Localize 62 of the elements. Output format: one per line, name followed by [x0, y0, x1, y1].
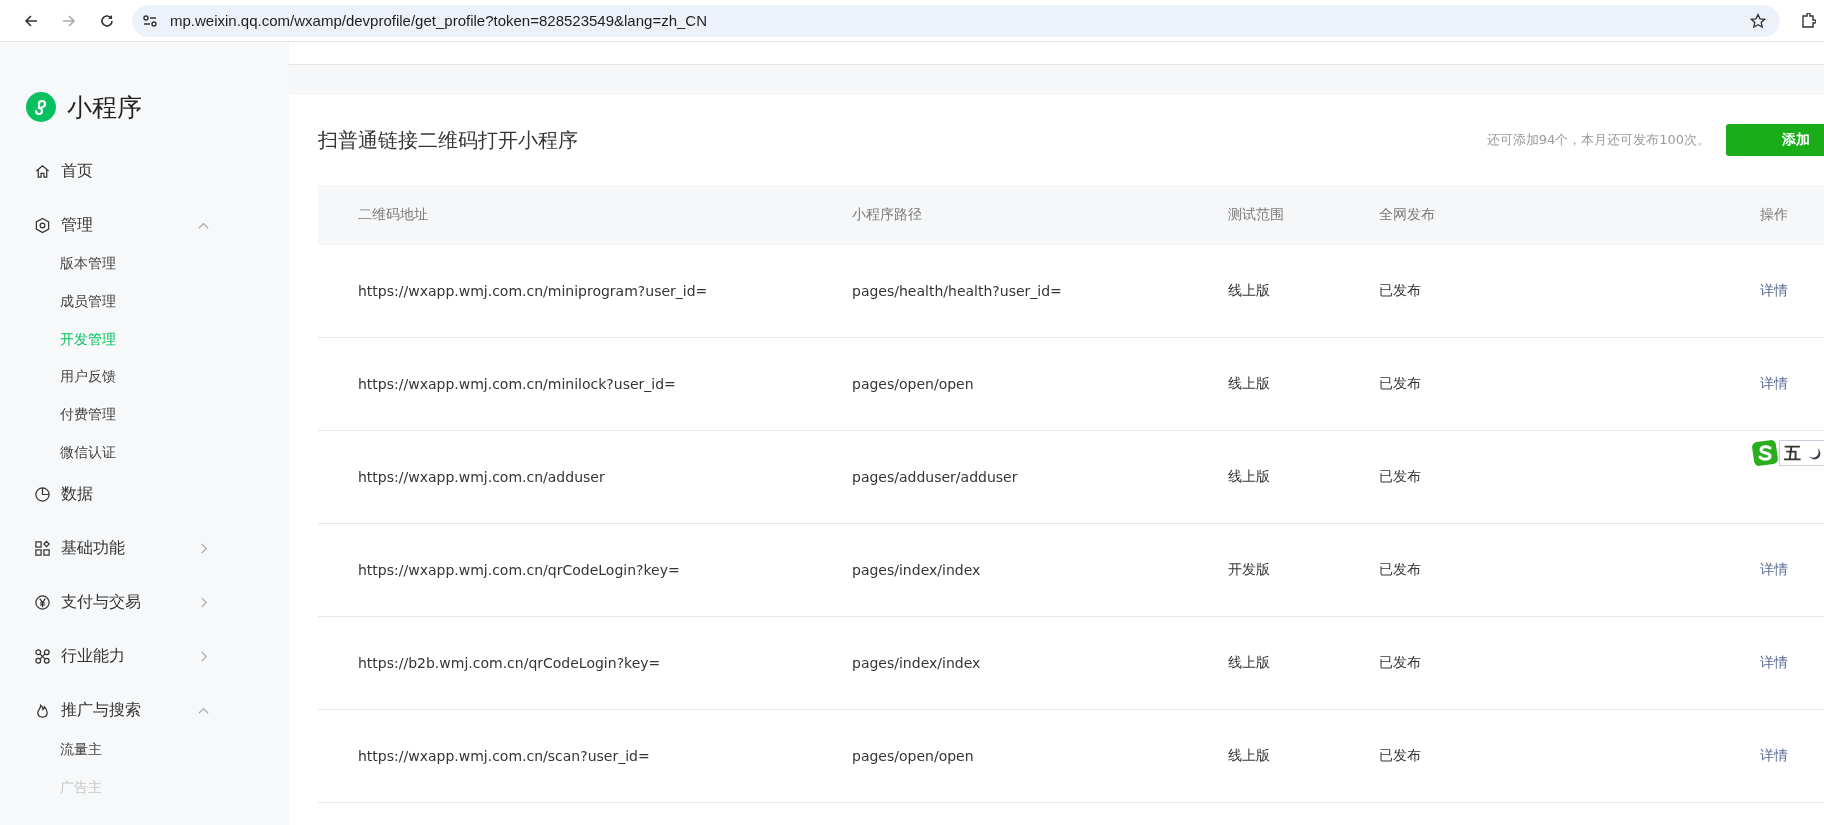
nav-item[interactable]: 支付与交易	[0, 575, 210, 630]
table-cell-text: 线上版	[1228, 747, 1271, 765]
grid-icon	[34, 540, 51, 558]
table-cell-text: 已发布	[1379, 654, 1422, 672]
column-header: 操作	[1760, 206, 1789, 224]
nodes-icon	[34, 648, 51, 666]
table-cell-text: 已发布	[1379, 375, 1422, 393]
site-settings-icon[interactable]	[142, 12, 158, 29]
table-cell-text: https://wxapp.wmj.com.cn/adduser	[358, 469, 606, 485]
url-text: mp.weixin.qq.com/wxamp/devprofile/get_profile?token=828523549&lang=zh_CN	[170, 12, 707, 29]
details-link[interactable]: 详情	[1760, 654, 1788, 670]
puzzle-icon[interactable]	[1800, 12, 1816, 29]
yen-icon	[34, 594, 51, 612]
submenu-item[interactable]: 成员管理	[0, 282, 287, 321]
address-bar[interactable]: mp.weixin.qq.com/wxamp/devprofile/get_profile?token=828523549&lang=zh_CN	[132, 4, 1780, 37]
table-cell-text: 已发布	[1379, 468, 1422, 486]
table-cell-text: pages/index/index	[852, 562, 982, 578]
home-icon	[34, 162, 51, 180]
table-cell-text: pages/index/index	[852, 655, 982, 671]
app-title: 小程序	[67, 91, 142, 124]
submenu-item[interactable]: 用户反馈	[0, 358, 287, 397]
quota-note: 还可添加94个，本月还可发布100次。	[1486, 131, 1710, 149]
table-cell-text: pages/health/health?user_id=	[852, 283, 1063, 299]
nav-item[interactable]: 基础功能	[0, 521, 210, 576]
details-link[interactable]: 详情	[1760, 561, 1788, 577]
input-mode[interactable]: 五	[1784, 441, 1801, 465]
column-header: 小程序路径	[852, 206, 923, 224]
flame-icon	[34, 702, 51, 720]
bookmark-star-icon[interactable]	[1750, 12, 1766, 29]
table-cell-text: 线上版	[1228, 282, 1271, 300]
table-cell-text: https://b2b.wmj.com.cn/qrCodeLogin?key=	[358, 655, 662, 671]
hexagon-icon	[34, 216, 51, 234]
section-title: 扫普通链接二维码打开小程序	[318, 126, 578, 154]
table-cell-text: https://wxapp.wmj.com.cn/qrCodeLogin?key=	[358, 562, 681, 578]
table-cell-text: 开发版	[1228, 561, 1271, 579]
back-icon[interactable]	[23, 12, 39, 29]
table-cell-text: pages/open/open	[852, 376, 975, 392]
reload-icon[interactable]	[99, 12, 115, 29]
table-cell-text: https://wxapp.wmj.com.cn/minilock?user_id=	[358, 376, 677, 392]
nav-item[interactable]: 首页	[0, 144, 210, 198]
nav-item[interactable]: 行业能力	[0, 629, 210, 684]
column-header: 全网发布	[1379, 206, 1436, 224]
column-header: 二维码地址	[358, 206, 429, 224]
table-cell-text: 已发布	[1379, 282, 1422, 300]
logo-icon	[26, 92, 56, 122]
moon-icon[interactable]	[1807, 446, 1821, 460]
table-cell-text: https://wxapp.wmj.com.cn/miniprogram?user_id=	[358, 283, 709, 299]
ime-logo-icon[interactable]	[1751, 439, 1779, 467]
column-header: 测试范围	[1228, 206, 1285, 224]
details-link[interactable]: 详情	[1760, 747, 1788, 763]
submenu-item[interactable]: 付费管理	[0, 396, 287, 434]
table-cell-text: 已发布	[1379, 561, 1422, 579]
table-cell-text: 线上版	[1228, 468, 1271, 486]
table-cell-text: 已发布	[1379, 747, 1422, 765]
pie-chart-icon	[34, 486, 51, 504]
table-cell-text: 线上版	[1228, 654, 1271, 672]
details-link[interactable]: 详情	[1760, 375, 1788, 391]
table-cell-text: 线上版	[1228, 375, 1271, 393]
table-cell-text: https://wxapp.wmj.com.cn/scan?user_id=	[358, 748, 651, 764]
details-link[interactable]: 详情	[1760, 282, 1788, 298]
table-cell-text: pages/adduser/adduser	[852, 469, 1019, 485]
table-cell-text: pages/open/open	[852, 748, 975, 764]
